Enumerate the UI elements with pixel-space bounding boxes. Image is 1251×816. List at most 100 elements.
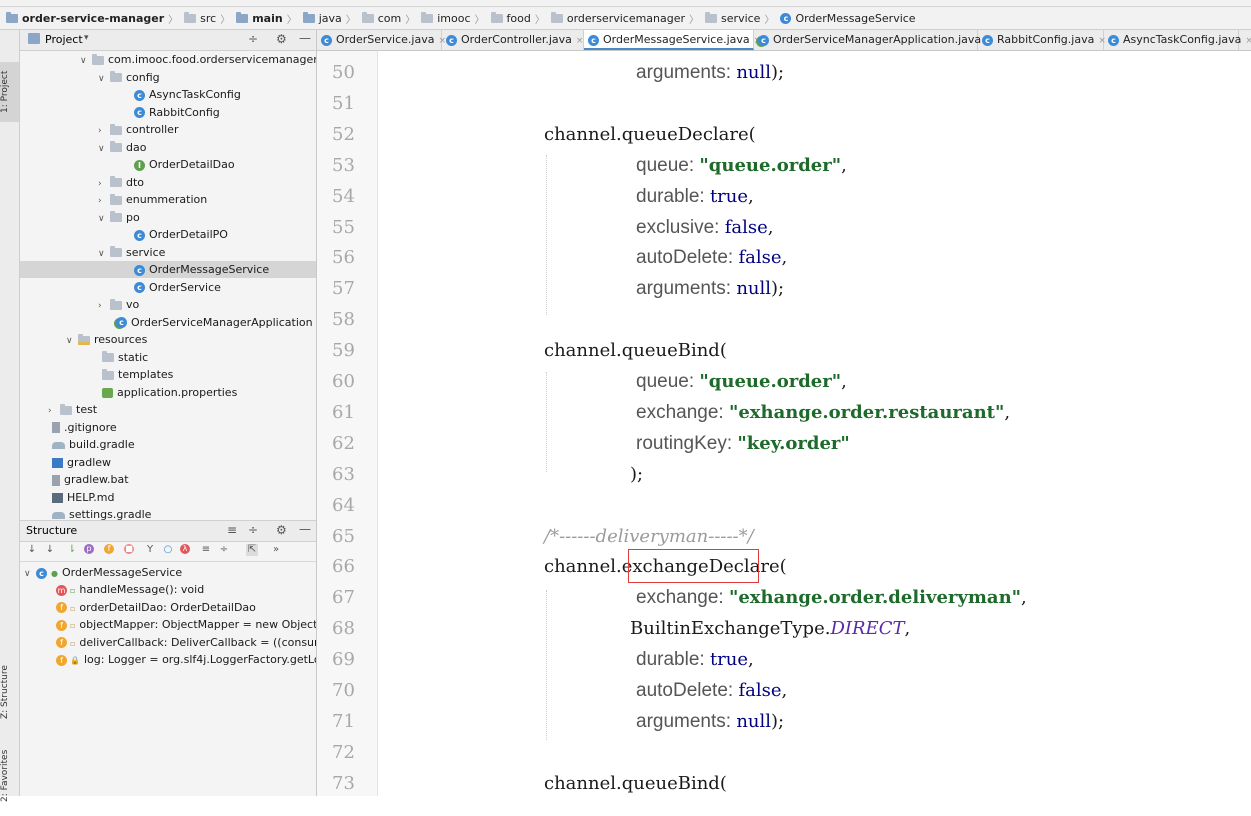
show-lambdas-icon[interactable]: Y bbox=[144, 544, 156, 556]
breadcrumb-item[interactable]: food bbox=[490, 11, 531, 25]
tree-item[interactable]: HELP.md bbox=[48, 489, 114, 506]
tool-tab-structure[interactable]: Z: Structure bbox=[0, 652, 19, 732]
field-icon: f bbox=[56, 654, 67, 666]
tree-item[interactable]: .gitignore bbox=[48, 419, 117, 436]
tree-item[interactable]: ∨ resources bbox=[66, 331, 147, 348]
tree-item[interactable]: › enummeration bbox=[98, 191, 207, 208]
gear-icon[interactable]: ⚙ bbox=[276, 523, 287, 537]
chevron-right-icon[interactable]: › bbox=[98, 193, 110, 210]
tree-item[interactable]: ∨ dao bbox=[98, 139, 146, 156]
show-anonymous-icon[interactable]: ○ bbox=[162, 544, 174, 556]
hide-panel-icon[interactable]: — bbox=[299, 522, 311, 536]
editor-tab[interactable]: c AsyncTaskConfig.java× bbox=[1104, 30, 1251, 50]
line-number: 58 bbox=[332, 309, 355, 331]
chevron-right-icon[interactable]: › bbox=[98, 298, 110, 315]
tree-item[interactable]: ∨ config bbox=[98, 69, 160, 86]
tree-item[interactable]: c AsyncTaskConfig bbox=[130, 86, 241, 103]
chevron-right-icon[interactable]: › bbox=[98, 123, 110, 140]
collapse-all-icon[interactable]: ÷ bbox=[248, 523, 258, 537]
breadcrumb-item[interactable]: java bbox=[302, 11, 342, 25]
structure-panel: Structure ≡ ÷ ⚙ — ↓ ↓ ⇂ p f ■ Y ○ λ ≡ ÷ … bbox=[20, 520, 317, 796]
chevron-right-icon[interactable]: › bbox=[48, 403, 60, 420]
sort-visibility-icon[interactable]: ↓ bbox=[44, 544, 56, 556]
show-inherited-icon[interactable]: ⇂ bbox=[66, 544, 78, 556]
structure-member[interactable]: f ▫ deliverCallback: DeliverCallback = ((c… bbox=[56, 634, 316, 651]
chevron-down-icon[interactable]: ∨ bbox=[24, 566, 36, 583]
tree-item[interactable]: c OrderDetailPO bbox=[130, 226, 228, 243]
structure-member[interactable]: f 🔒 log: Logger = org.slf4j.LoggerFactory.… bbox=[56, 651, 316, 668]
breadcrumb-item[interactable]: service bbox=[705, 11, 760, 25]
show-lambda-icon[interactable]: λ bbox=[180, 544, 190, 554]
breadcrumb-item[interactable]: main bbox=[236, 11, 283, 25]
breadcrumb-item[interactable]: orderservicemanager bbox=[550, 11, 686, 25]
structure-member[interactable]: m ▫ handleMessage(): void bbox=[56, 581, 204, 598]
structure-member[interactable]: f ▫ objectMapper: ObjectMapper = new Objec… bbox=[56, 616, 316, 633]
breadcrumb-item[interactable]: c OrderMessageService bbox=[780, 12, 916, 25]
breadcrumb-label: orderservicemanager bbox=[566, 11, 686, 25]
more-icon[interactable]: » bbox=[270, 544, 282, 556]
chevron-down-icon[interactable]: ∨ bbox=[66, 333, 78, 350]
expand-all-icon[interactable]: ≡ bbox=[200, 544, 212, 556]
folder-icon bbox=[110, 141, 122, 152]
tree-item[interactable]: application.properties bbox=[98, 384, 237, 401]
breadcrumb-item[interactable]: imooc bbox=[421, 11, 471, 25]
chevron-down-icon[interactable]: ∨ bbox=[80, 53, 92, 70]
show-properties-icon[interactable]: p bbox=[84, 544, 94, 554]
parameter-hint: autoDelete: bbox=[636, 680, 739, 701]
project-panel-title[interactable]: Project bbox=[45, 33, 83, 46]
collapse-all-icon[interactable]: ÷ bbox=[248, 32, 258, 46]
tree-item[interactable]: ∨ po bbox=[98, 209, 140, 226]
tree-item[interactable]: › controller bbox=[98, 121, 178, 138]
tree-item[interactable]: gradlew bbox=[48, 454, 111, 471]
tree-item[interactable]: ∨ com.imooc.food.orderservicemanager bbox=[80, 51, 316, 70]
tool-tab-project[interactable]: 1: Project bbox=[0, 62, 19, 122]
code-text: , bbox=[841, 371, 847, 392]
editor-tab[interactable]: c OrderController.java × bbox=[442, 30, 584, 50]
tree-item[interactable]: › test bbox=[48, 401, 97, 418]
breadcrumb-item[interactable]: order-service-manager bbox=[6, 11, 164, 25]
tree-item[interactable]: build.gradle bbox=[48, 436, 135, 453]
editor-tab[interactable]: cOrderMessageService.java× bbox=[584, 30, 761, 50]
tree-item[interactable]: c OrderMessageService bbox=[20, 261, 316, 278]
hide-panel-icon[interactable]: — bbox=[299, 31, 311, 45]
structure-root[interactable]: ∨ c ● OrderMessageService bbox=[24, 564, 182, 581]
tool-tab-favorites[interactable]: 2: Favorites bbox=[0, 736, 19, 816]
close-icon[interactable]: × bbox=[576, 36, 584, 46]
tree-item[interactable]: templates bbox=[98, 366, 173, 383]
tree-item[interactable]: c OrderService bbox=[130, 279, 221, 296]
collapse-all-icon[interactable]: ÷ bbox=[218, 544, 230, 556]
chevron-right-icon: 〉 bbox=[345, 14, 356, 26]
tree-item[interactable]: settings.gradle bbox=[48, 506, 151, 520]
editor-tab[interactable]: c OrderService.java × bbox=[317, 30, 446, 50]
chevron-right-icon[interactable]: › bbox=[98, 176, 110, 193]
tree-item[interactable]: gradlew.bat bbox=[48, 471, 129, 488]
tree-item[interactable]: c RabbitConfig bbox=[130, 104, 220, 121]
tree-item[interactable]: c OrderServiceManagerApplication bbox=[112, 314, 313, 331]
folder-icon bbox=[92, 53, 104, 65]
close-icon[interactable]: × bbox=[1245, 36, 1251, 46]
expand-all-icon[interactable]: ≡ bbox=[227, 523, 237, 537]
tree-item[interactable]: › vo bbox=[98, 296, 139, 313]
tree-item[interactable]: I OrderDetailDao bbox=[130, 156, 235, 173]
show-fields-icon[interactable]: f bbox=[104, 544, 114, 554]
code-line: channel.queueDeclare( bbox=[544, 124, 756, 145]
code-line: autoDelete: false, bbox=[636, 680, 787, 702]
chevron-down-icon[interactable]: ∨ bbox=[98, 141, 110, 158]
chevron-down-icon[interactable]: ▾ bbox=[84, 33, 89, 43]
chevron-down-icon[interactable]: ∨ bbox=[98, 211, 110, 228]
sort-alpha-icon[interactable]: ↓ bbox=[26, 544, 38, 556]
autoscroll-icon[interactable]: ⇱ bbox=[246, 544, 258, 556]
folder-icon bbox=[110, 211, 122, 222]
tree-item[interactable]: ∨ service bbox=[98, 244, 165, 261]
show-non-public-icon[interactable]: ■ bbox=[124, 544, 134, 554]
chevron-down-icon[interactable]: ∨ bbox=[98, 71, 110, 88]
tree-item[interactable]: static bbox=[98, 349, 148, 366]
editor-tab[interactable]: c RabbitConfig.java × bbox=[978, 30, 1106, 50]
breadcrumb-item[interactable]: com bbox=[361, 11, 401, 25]
gear-icon[interactable]: ⚙ bbox=[276, 32, 287, 46]
breadcrumb-item[interactable]: src bbox=[184, 11, 216, 25]
chevron-down-icon[interactable]: ∨ bbox=[98, 246, 110, 263]
structure-member[interactable]: f ▫ orderDetailDao: OrderDetailDao bbox=[56, 599, 256, 616]
tree-item[interactable]: › dto bbox=[98, 174, 144, 191]
editor-tab[interactable]: cOrderServiceManagerApplication.java× bbox=[754, 30, 993, 50]
